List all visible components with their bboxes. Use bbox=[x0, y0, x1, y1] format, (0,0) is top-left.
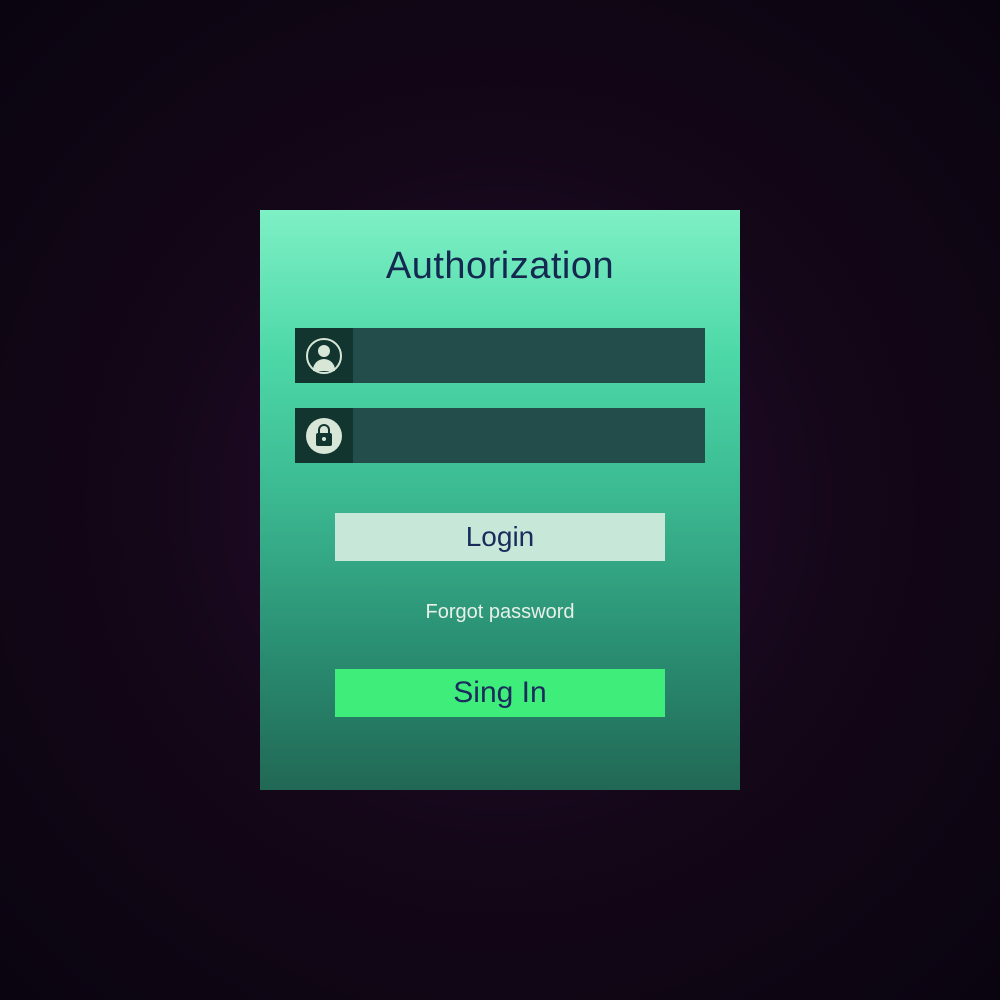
username-input[interactable] bbox=[353, 328, 705, 383]
forgot-password-link[interactable]: Forgot password bbox=[426, 601, 575, 624]
username-group bbox=[295, 328, 705, 383]
username-icon-box bbox=[295, 328, 353, 383]
password-group bbox=[295, 408, 705, 463]
signin-button[interactable]: Sing In bbox=[335, 669, 665, 717]
authorization-card: Authorization Login Forgot password Sing… bbox=[260, 210, 740, 790]
card-title: Authorization bbox=[386, 245, 614, 288]
password-icon-box bbox=[295, 408, 353, 463]
lock-icon bbox=[306, 418, 342, 454]
login-button[interactable]: Login bbox=[335, 513, 665, 561]
password-input[interactable] bbox=[353, 408, 705, 463]
user-icon bbox=[306, 338, 342, 374]
